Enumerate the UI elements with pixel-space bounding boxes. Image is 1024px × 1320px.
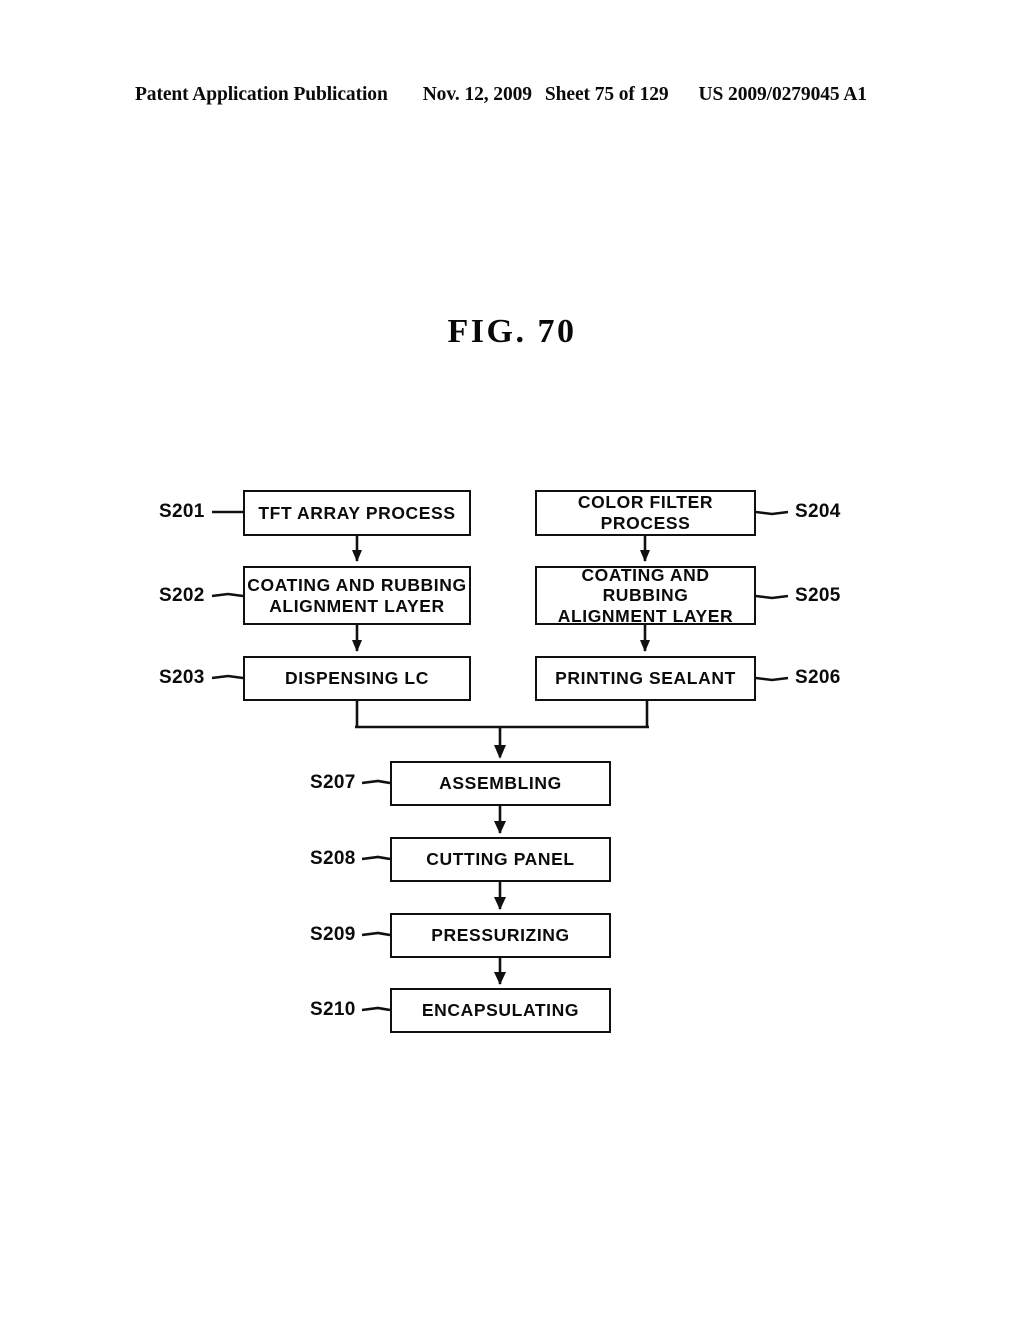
leader-s205	[755, 594, 789, 600]
step-number-s206: S206	[795, 667, 841, 688]
step-number-s201: S201	[159, 501, 205, 522]
flowchart-diagram: TFT ARRAY PROCESS COATING AND RUBBING AL…	[0, 0, 1024, 1320]
step-number-s210: S210	[310, 999, 356, 1020]
process-box-s210[interactable]: ENCAPSULATING	[390, 988, 611, 1033]
leader-s208	[361, 855, 391, 861]
process-label-s203: DISPENSING LC	[285, 668, 429, 689]
process-box-s204[interactable]: COLOR FILTER PROCESS	[535, 490, 756, 536]
process-box-s205[interactable]: COATING AND RUBBING ALIGNMENT LAYER	[535, 565, 756, 627]
process-label-s202-line2: ALIGNMENT LAYER	[269, 595, 445, 616]
arrowhead-s201-s202	[352, 550, 362, 562]
process-box-s201[interactable]: TFT ARRAY PROCESS	[243, 490, 471, 536]
step-number-s208: S208	[310, 848, 356, 869]
step-number-s205: S205	[795, 585, 841, 606]
leader-s202	[211, 592, 244, 598]
arrowhead-s209-s210	[494, 972, 506, 985]
process-label-s202-line1: COATING AND RUBBING	[247, 574, 467, 595]
process-label-s204: COLOR FILTER PROCESS	[577, 492, 714, 533]
leader-s209	[361, 931, 391, 937]
flowchart-connectors	[211, 510, 789, 1012]
arrowhead-s207-s208	[494, 821, 506, 834]
leader-s206	[755, 676, 789, 682]
process-label-s205: COATING AND RUBBING ALIGNMENT LAYER	[537, 565, 754, 627]
step-number-s202: S202	[159, 585, 205, 606]
process-box-s208[interactable]: CUTTING PANEL	[390, 837, 611, 882]
process-box-s207[interactable]: ASSEMBLING	[390, 761, 611, 806]
arrowhead-merge-s207	[494, 745, 506, 759]
arrowhead-s202-s203	[352, 640, 362, 652]
process-label-s206: PRINTING SEALANT	[555, 668, 736, 689]
process-box-s203[interactable]: DISPENSING LC	[243, 656, 471, 701]
process-box-s209[interactable]: PRESSURIZING	[390, 913, 611, 958]
process-label-s210: ENCAPSULATING	[421, 1000, 580, 1021]
process-label-s207: ASSEMBLING	[439, 773, 562, 794]
process-label-s208: CUTTING PANEL	[426, 849, 575, 870]
step-number-s203: S203	[159, 667, 205, 688]
arrowhead-s208-s209	[494, 897, 506, 910]
process-box-s202[interactable]: COATING AND RUBBING ALIGNMENT LAYER	[243, 566, 471, 625]
process-label-s205-line1: COATING AND RUBBING	[581, 564, 710, 606]
step-number-s204: S204	[795, 501, 841, 522]
step-number-s207: S207	[310, 772, 356, 793]
process-label-s205-line2: ALIGNMENT LAYER	[557, 605, 734, 626]
process-box-s206[interactable]: PRINTING SEALANT	[535, 656, 756, 701]
arrowhead-s204-s205	[640, 550, 650, 562]
leader-s207	[361, 779, 391, 785]
leader-s203	[211, 674, 244, 680]
arrowhead-s205-s206	[640, 640, 650, 652]
process-label-s209: PRESSURIZING	[431, 925, 570, 946]
leader-s210	[361, 1006, 391, 1012]
step-number-s209: S209	[310, 924, 356, 945]
process-label-s202: COATING AND RUBBING ALIGNMENT LAYER	[247, 575, 466, 616]
leader-s204	[755, 510, 789, 516]
process-label-s201: TFT ARRAY PROCESS	[258, 502, 456, 523]
